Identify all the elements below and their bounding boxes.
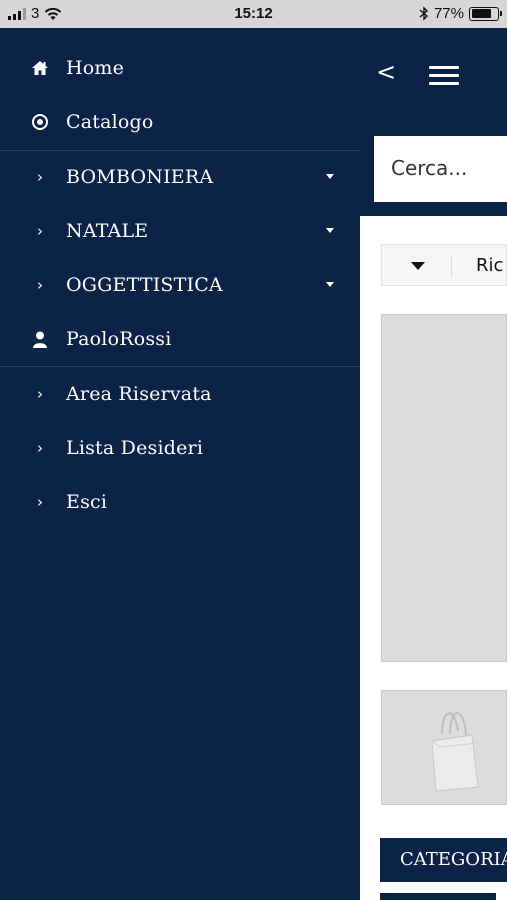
menu-item-home[interactable]: Home — [0, 41, 360, 95]
menu-item-area-riservata[interactable]: › Area Riservata — [0, 367, 360, 421]
menu-item-lista-desideri[interactable]: › Lista Desideri — [0, 421, 360, 475]
menu-label: NATALE — [66, 220, 149, 242]
menu-label: PaoloRossi — [66, 328, 172, 350]
categories-button[interactable]: CATEGORIA — [380, 838, 507, 882]
menu-label: OGGETTISTICA — [66, 274, 223, 296]
menu-item-natale[interactable]: › NATALE — [0, 204, 360, 258]
menu-label: BOMBONIERA — [66, 166, 214, 188]
battery-percent: 77% — [433, 5, 464, 22]
chevron-right-icon: › — [37, 439, 43, 457]
side-drawer: Home Catalogo › BOMBONIERA › NATALE › OG… — [0, 28, 360, 900]
menu-item-catalogo[interactable]: Catalogo — [0, 95, 360, 149]
battery-level — [471, 9, 491, 18]
menu-item-esci[interactable]: › Esci — [0, 475, 360, 529]
bluetooth-icon — [419, 6, 428, 21]
filter-divider — [451, 255, 452, 277]
chevron-right-icon: › — [37, 222, 43, 240]
status-bar: 3 15:12 77% — [0, 0, 507, 28]
caret-down-icon[interactable] — [326, 282, 334, 287]
chevron-right-icon: › — [37, 493, 43, 511]
menu-label: Esci — [66, 491, 108, 513]
hamburger-menu-icon[interactable] — [429, 66, 459, 86]
sort-filter[interactable]: Ric — [381, 244, 507, 286]
menu-label: Lista Desideri — [66, 437, 204, 459]
filter-label: Ric — [476, 255, 504, 276]
battery-icon — [469, 6, 502, 21]
category-item[interactable] — [380, 893, 496, 900]
menu-item-user[interactable]: PaoloRossi — [0, 312, 360, 366]
search-input[interactable]: Cerca... — [374, 136, 507, 202]
menu-item-oggettistica[interactable]: › OGGETTISTICA — [0, 258, 360, 312]
chevron-right-icon: › — [37, 385, 43, 403]
bag-icon — [431, 712, 479, 792]
back-button[interactable]: < — [376, 58, 396, 86]
menu-label: Catalogo — [66, 111, 154, 133]
menu-item-bomboniera[interactable]: › BOMBONIERA — [0, 150, 360, 204]
product-image-thumbnail[interactable] — [381, 690, 507, 805]
caret-down-icon — [411, 262, 425, 270]
chevron-right-icon: › — [37, 168, 43, 186]
product-image-large[interactable] — [381, 314, 507, 662]
caret-down-icon[interactable] — [326, 228, 334, 233]
menu-label: Area Riservata — [66, 383, 212, 405]
home-icon — [30, 58, 50, 78]
user-icon — [30, 329, 50, 349]
chevron-right-icon: › — [37, 276, 43, 294]
caret-down-icon[interactable] — [326, 174, 334, 179]
target-icon — [30, 112, 50, 132]
menu-label: Home — [66, 57, 125, 79]
